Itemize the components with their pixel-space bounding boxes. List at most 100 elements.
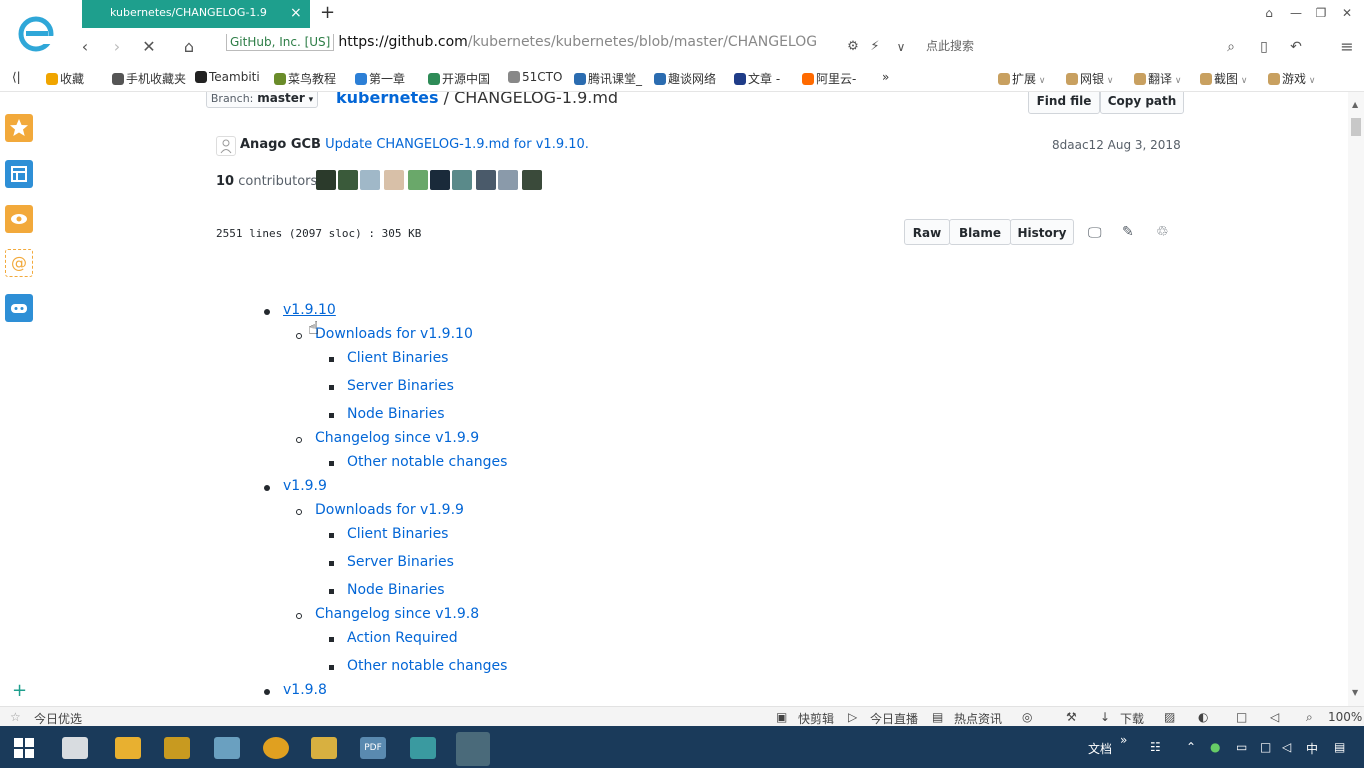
zoom-level[interactable]: 100% xyxy=(1328,710,1362,724)
notepad-icon[interactable] xyxy=(311,737,337,759)
contributors[interactable]: 10 contributors xyxy=(216,174,317,189)
toc-link[interactable]: Node Binaries xyxy=(347,406,445,422)
fan-app-icon[interactable] xyxy=(62,737,88,759)
toc-link[interactable]: Server Binaries xyxy=(347,378,454,394)
start-icon[interactable] xyxy=(14,738,34,761)
blame-button[interactable]: Blame xyxy=(949,219,1011,245)
sidebar-toggle-icon[interactable]: ⟨| xyxy=(12,70,21,84)
bookmark-item[interactable]: 文章 - xyxy=(734,70,780,87)
window-icon[interactable]: □ xyxy=(1236,710,1247,724)
toc-link[interactable]: v1.9.9 xyxy=(283,478,327,494)
toc-link[interactable]: v1.9.10 xyxy=(283,302,336,318)
favorites-icon[interactable] xyxy=(5,114,33,142)
add-sidebar-icon[interactable]: + xyxy=(12,680,27,701)
author-avatar[interactable] xyxy=(216,136,236,156)
battery-icon[interactable]: ▭ xyxy=(1236,740,1247,754)
new-tab-button[interactable]: + xyxy=(320,3,338,23)
docs-label[interactable]: 文档 xyxy=(1088,740,1112,757)
contributor-avatar[interactable] xyxy=(408,170,428,190)
scroll-up-icon[interactable]: ▲ xyxy=(1352,100,1358,109)
network-app-icon[interactable]: ● xyxy=(1210,740,1220,754)
games-icon[interactable] xyxy=(5,294,33,322)
today-live[interactable]: 今日直播 xyxy=(870,710,918,727)
bookmark-item[interactable]: 手机收藏夹 xyxy=(112,70,186,87)
toc-link[interactable]: Downloads for v1.9.10 xyxy=(315,326,473,342)
tab-close-icon[interactable]: × xyxy=(290,5,306,21)
toc-link[interactable]: Client Binaries xyxy=(347,526,448,542)
pdf-icon[interactable]: PDF xyxy=(360,737,386,759)
toc-link[interactable]: Changelog since v1.9.9 xyxy=(315,430,479,446)
tool-item[interactable]: 游戏 ∨ xyxy=(1268,70,1315,87)
close-window-icon[interactable]: ✕ xyxy=(1338,6,1356,22)
download[interactable]: 下载 xyxy=(1120,710,1144,727)
commit-sha[interactable]: 8daac12 xyxy=(1052,138,1104,152)
image-app-icon[interactable] xyxy=(214,737,240,759)
today-picks[interactable]: 今日优选 xyxy=(34,710,82,727)
address-bar[interactable]: GitHub, Inc. [US] https://github.com/kube… xyxy=(226,34,916,58)
find-file-button[interactable]: Find file xyxy=(1028,92,1100,114)
reader-icon[interactable] xyxy=(5,160,33,188)
minimize-icon[interactable]: — xyxy=(1287,6,1305,22)
app-icon[interactable] xyxy=(164,737,190,759)
tool-item[interactable]: 翻译 ∨ xyxy=(1134,70,1181,87)
tool-item[interactable]: 网银 ∨ xyxy=(1066,70,1113,87)
sublime-icon[interactable] xyxy=(410,737,436,759)
contributor-avatar[interactable] xyxy=(476,170,496,190)
bookmark-item[interactable]: 开源中国 xyxy=(428,70,490,87)
breadcrumb-repo[interactable]: kubernetes xyxy=(336,92,439,107)
speaker-icon[interactable]: ◁ xyxy=(1282,740,1291,754)
search-hint[interactable]: 点此搜索 xyxy=(926,37,974,54)
bookmark-item[interactable]: 趣谈网络 xyxy=(654,70,716,87)
restore-icon[interactable]: ❐ xyxy=(1312,6,1330,22)
scroll-thumb[interactable] xyxy=(1351,118,1361,136)
toc-link[interactable]: Client Binaries xyxy=(347,350,448,366)
toc-link[interactable]: Server Binaries xyxy=(347,554,454,570)
edit-pencil-icon[interactable]: ✎ xyxy=(1122,224,1134,240)
toc-link[interactable]: Action Required xyxy=(347,630,458,646)
home-icon[interactable]: ⌂ xyxy=(178,36,200,58)
stop-loading-icon[interactable]: ✕ xyxy=(138,36,160,58)
menu-icon[interactable]: ≡ xyxy=(1336,36,1358,58)
desktop-icon[interactable]: 🖵 xyxy=(1088,225,1102,241)
toc-link[interactable]: Node Binaries xyxy=(347,582,445,598)
user-icon[interactable]: ☷ xyxy=(1150,740,1161,754)
bookmark-item[interactable]: Teambiti xyxy=(195,70,260,84)
back-icon[interactable]: ‹ xyxy=(74,36,96,58)
clean-icon[interactable]: ◐ xyxy=(1198,710,1208,724)
commit-author[interactable]: Anago GCB xyxy=(240,137,321,152)
forward-icon[interactable]: › xyxy=(106,36,128,58)
toc-link[interactable]: Other notable changes xyxy=(347,658,507,674)
contributor-avatar[interactable] xyxy=(498,170,518,190)
tools-icon[interactable]: ⚒ xyxy=(1066,710,1077,724)
bookmark-item[interactable]: 阿里云- xyxy=(802,70,856,87)
toc-link[interactable]: Other notable changes xyxy=(347,454,507,470)
bookmark-item[interactable]: 51CTO xyxy=(508,70,562,84)
mail-icon[interactable]: @ xyxy=(5,249,33,277)
mobile-icon[interactable]: ▯ xyxy=(1253,36,1275,58)
browser-task-icon[interactable] xyxy=(456,732,490,766)
notification-icon[interactable]: ▤ xyxy=(1334,740,1345,754)
toc-link[interactable]: Changelog since v1.9.8 xyxy=(315,606,479,622)
contributor-avatar[interactable] xyxy=(384,170,404,190)
tab-kubernetes-changelog[interactable]: kubernetes/CHANGELOG-1.9 xyxy=(82,0,310,28)
bookmark-item[interactable]: 腾讯课堂_ xyxy=(574,70,642,87)
chrome-icon[interactable] xyxy=(263,737,289,759)
chevron-down-icon[interactable]: ∨ xyxy=(890,36,912,58)
display-icon[interactable]: □ xyxy=(1260,740,1271,754)
lightning-icon[interactable]: ⚡ xyxy=(864,36,886,58)
delete-trash-icon[interactable]: ♲ xyxy=(1156,224,1169,240)
tray-expand-icon[interactable]: ⌃ xyxy=(1186,740,1196,754)
eye-icon[interactable] xyxy=(5,205,33,233)
toc-link[interactable]: v1.9.8 xyxy=(283,682,327,698)
history-button[interactable]: History xyxy=(1010,219,1074,245)
file-explorer-icon[interactable] xyxy=(115,737,141,759)
contributor-avatar[interactable] xyxy=(452,170,472,190)
contributor-avatar[interactable] xyxy=(360,170,380,190)
volume-icon[interactable]: ◁ xyxy=(1270,710,1279,724)
image-icon[interactable]: ▨ xyxy=(1164,710,1175,724)
commit-message[interactable]: Update CHANGELOG-1.9.md for v1.9.10. xyxy=(325,137,589,152)
vertical-scrollbar[interactable]: ▲ ▼ xyxy=(1348,92,1364,706)
zoom-icon[interactable]: ⌕ xyxy=(1306,710,1313,725)
tray-more-icon[interactable]: » xyxy=(1120,733,1127,747)
ime-indicator[interactable]: 中 xyxy=(1306,740,1318,757)
